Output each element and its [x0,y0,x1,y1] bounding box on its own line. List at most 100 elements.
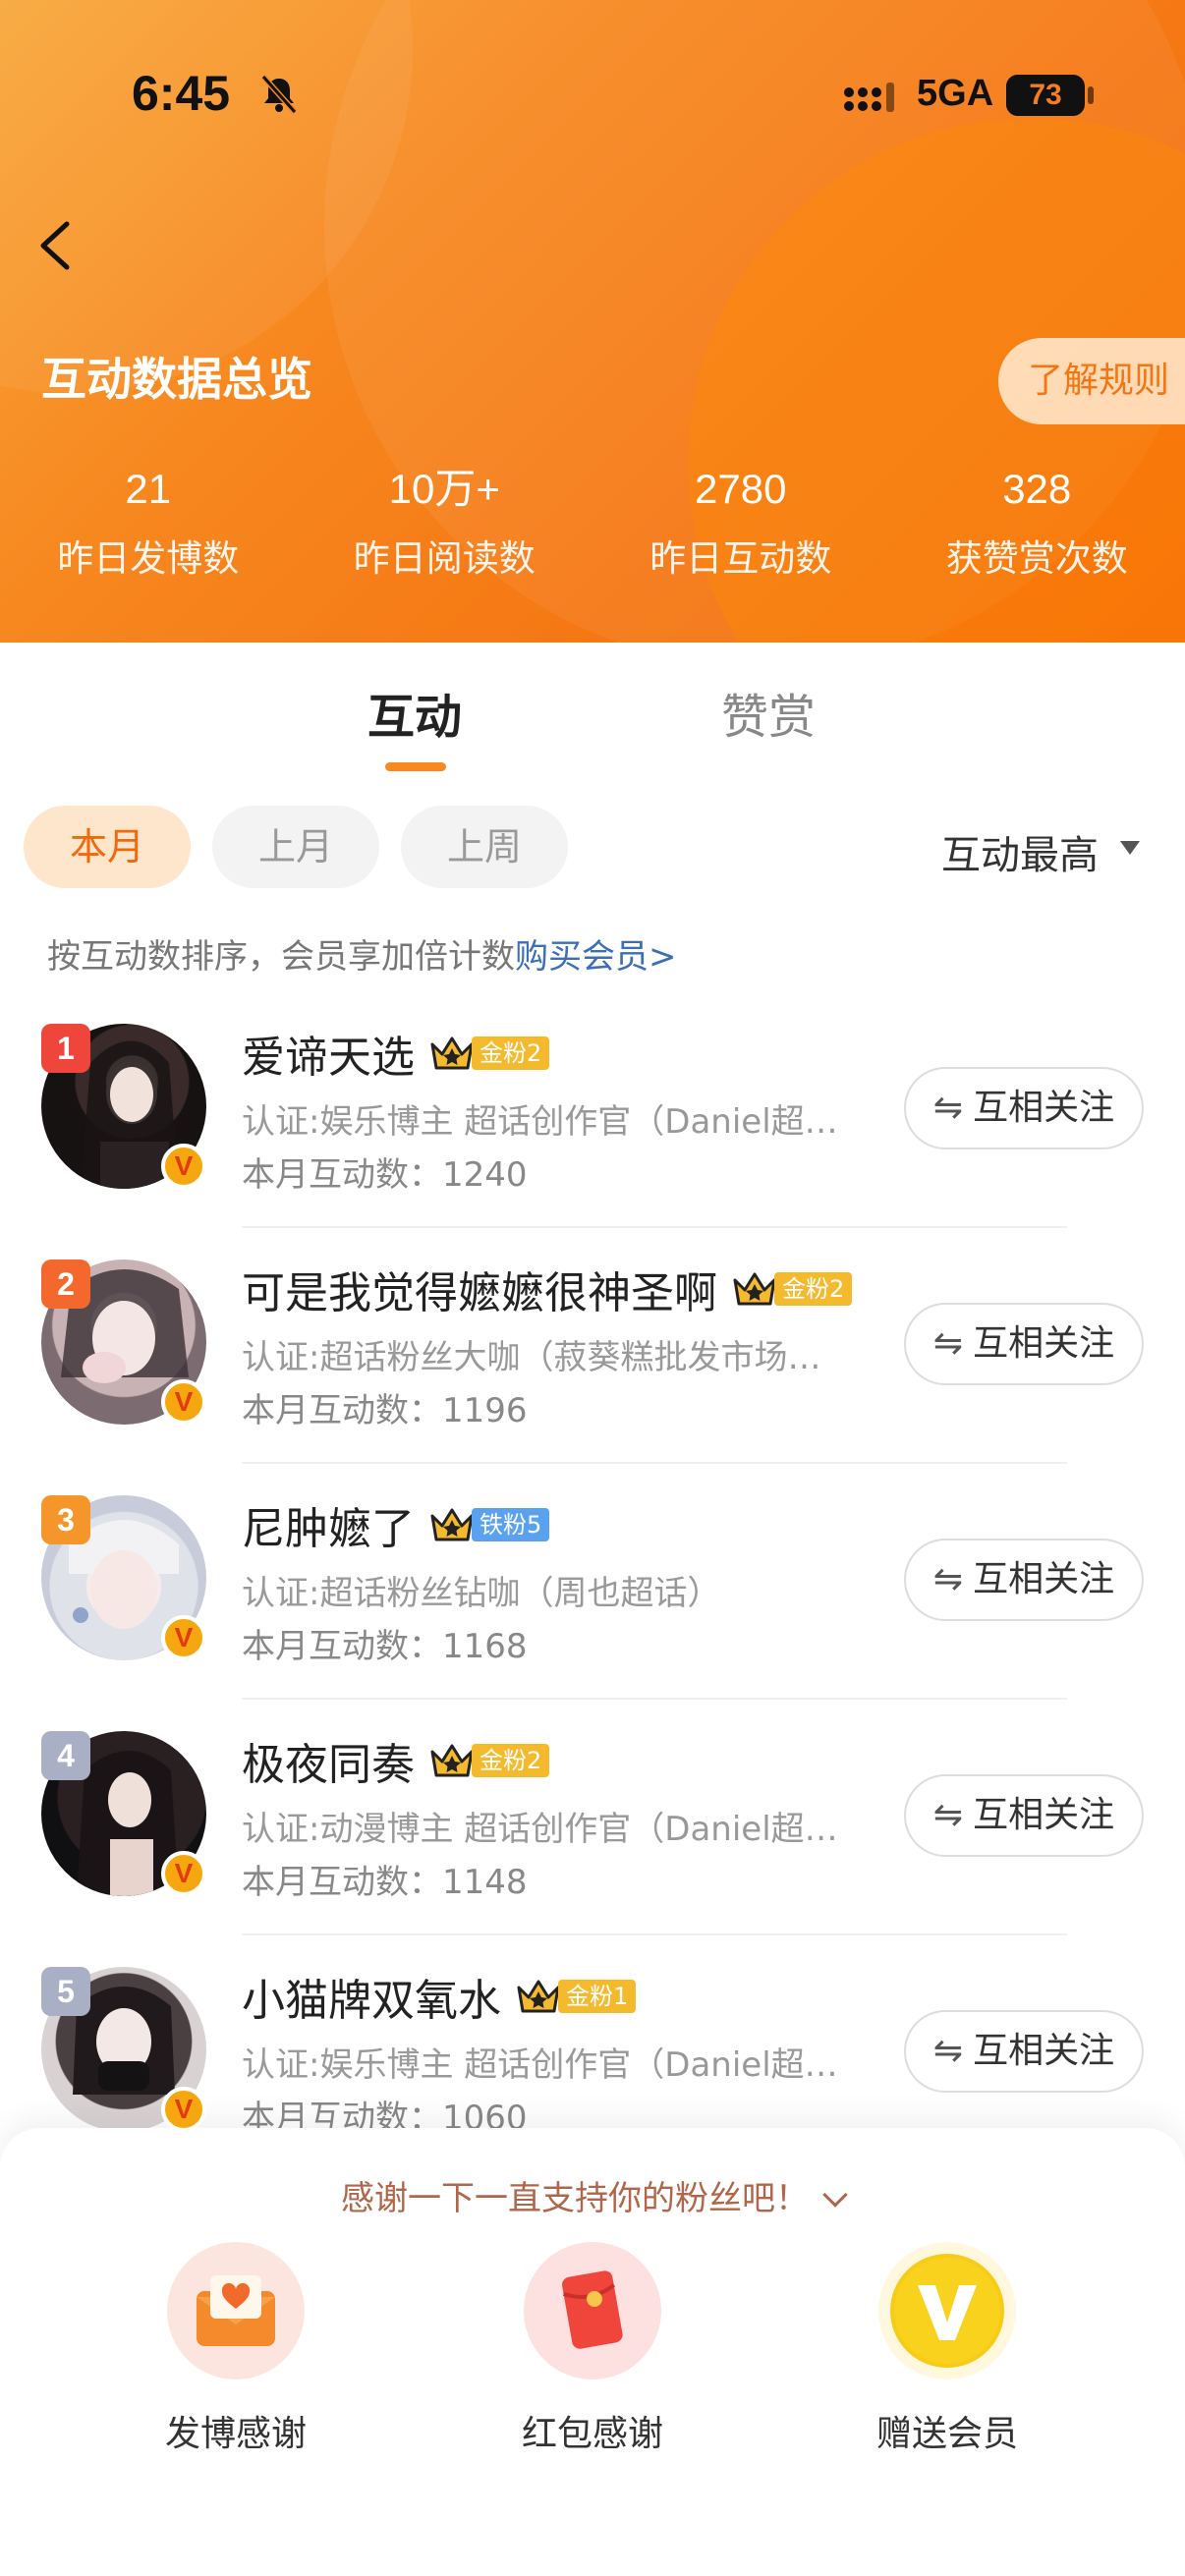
sheet-title-text: 感谢一下一直支持你的粉丝吧！ [341,2179,809,2218]
name-line: 尼肿嬷了 铁粉5 [242,1493,550,1556]
verified-v-icon: V [161,1144,206,1189]
user-name[interactable]: 可是我觉得嬷嬷很神圣啊 [242,1258,717,1320]
list-item[interactable]: 1 V 爱谛天选 金粉2 认证:娱乐博主 超话创作官（Daniel超… 本月互动… [0,992,1185,1228]
rank-badge: 4 [41,1731,90,1780]
name-line: 极夜同奏 金粉2 [242,1729,550,1792]
user-name[interactable]: 爱谛天选 [242,1022,415,1085]
interaction-count: 本月互动数：1196 [242,1391,528,1430]
filter-row: 本月 上月 上周 互动最高 [0,806,1185,894]
mutual-follow-button[interactable]: ⇋ 互相关注 [904,1539,1144,1621]
name-line: 可是我觉得嬷嬷很神圣啊 金粉2 [242,1258,853,1320]
stat-value: 2780 [695,466,787,512]
interaction-count: 本月互动数：1148 [242,1863,528,1902]
fan-level-tag: 铁粉5 [472,1508,550,1541]
mutual-follow-button[interactable]: ⇋ 互相关注 [904,2010,1144,2093]
user-name[interactable]: 小猫牌双氧水 [242,1965,501,2028]
swap-arrows-icon: ⇋ [932,1559,964,1599]
crown-icon [430,1036,474,1070]
swap-arrows-icon: ⇋ [932,1323,964,1364]
mutual-follow-button[interactable]: ⇋ 互相关注 [904,1067,1144,1149]
battery-icon: 73 [1006,75,1085,116]
red-packet-icon[interactable] [524,2242,661,2380]
stat-label: 昨日阅读数 [353,537,536,580]
verification-text: 认证:超话粉丝钻咖（周也超话） [242,1574,721,1613]
follow-label: 互相关注 [973,2031,1115,2071]
action-label: 赠送会员 [875,2414,1018,2454]
swap-arrows-icon: ⇋ [932,1088,964,1128]
user-name[interactable]: 极夜同奏 [242,1729,415,1792]
swap-arrows-icon: ⇋ [932,2031,964,2071]
stat-value: 328 [1002,466,1072,512]
rank-badge: 2 [41,1260,90,1309]
sheet-title[interactable]: 感谢一下一直支持你的粉丝吧！ [0,2171,1185,2219]
fan-badge: 金粉2 [428,1741,550,1780]
follow-label: 互相关注 [973,1088,1115,1128]
status-time: 6:45 [132,66,231,121]
fan-badge: 金粉2 [731,1269,853,1309]
user-name[interactable]: 尼肿嬷了 [242,1493,415,1556]
tab-interaction[interactable]: 互动 [367,678,462,747]
follow-label: 互相关注 [973,1323,1115,1364]
battery-percent: 73 [1029,79,1062,111]
action-label: 红包感谢 [521,2414,663,2454]
tab-reward[interactable]: 赞赏 [721,678,816,747]
name-line: 爱谛天选 金粉2 [242,1022,550,1085]
fan-badge: 金粉1 [515,1977,637,2016]
stat-value: 21 [125,466,172,512]
crown-icon [430,1508,474,1541]
buy-vip-link[interactable]: 购买会员> [515,937,677,977]
chip-last-week[interactable]: 上周 [401,806,568,888]
stat-reads: 10万+ 昨日阅读数 [297,462,593,599]
verified-v-icon: V [161,1615,206,1660]
mutual-follow-button[interactable]: ⇋ 互相关注 [904,1303,1144,1385]
crown-icon [430,1744,474,1777]
list-item[interactable]: 4 V 极夜同奏 金粉2 认证:动漫博主 超话创作官（Daniel超… 本月互动… [0,1700,1185,1935]
chip-last-month[interactable]: 上月 [212,806,379,888]
rank-badge: 1 [41,1024,90,1073]
stat-label: 获赞赏次数 [945,537,1128,580]
fan-list: 1 V 爱谛天选 金粉2 认证:娱乐博主 超话创作官（Daniel超… 本月互动… [0,992,1185,2171]
fan-badge: 铁粉5 [428,1505,550,1544]
thanks-sheet: 感谢一下一直支持你的粉丝吧！ 发博感谢 红包感谢 赠送会员 [0,2128,1185,2576]
fan-level-tag: 金粉1 [558,1980,637,2013]
interaction-count: 本月互动数：1240 [242,1155,528,1195]
bell-muted-icon [260,75,298,114]
swap-arrows-icon: ⇋ [932,1795,964,1835]
verified-v-icon: V [161,1379,206,1425]
sort-dropdown[interactable]: 互动最高 [941,823,1099,880]
list-item[interactable]: 3 V 尼肿嬷了 铁粉5 认证:超话粉丝钻咖（周也超话） 本月互动数：1168 … [0,1464,1185,1700]
stat-label: 昨日互动数 [649,537,832,580]
post-thanks-action[interactable]: 发博感谢 [118,2242,354,2456]
battery-tip [1088,86,1094,104]
rank-badge: 3 [41,1495,90,1544]
verified-v-icon: V [161,2087,206,2132]
stat-posts: 21 昨日发博数 [0,462,297,599]
stat-rewards: 328 获赞赏次数 [889,462,1185,599]
verification-text: 认证:娱乐博主 超话创作官（Daniel超… [242,1102,838,1142]
rules-button[interactable]: 了解规则 [998,338,1185,424]
fan-level-tag: 金粉2 [472,1036,550,1070]
envelope-heart-icon[interactable] [167,2242,305,2380]
verification-text: 认证:动漫博主 超话创作官（Daniel超… [242,1810,838,1849]
action-label: 发博感谢 [164,2414,307,2454]
mutual-follow-button[interactable]: ⇋ 互相关注 [904,1774,1144,1857]
red-packet-thanks-action[interactable]: 红包感谢 [475,2242,710,2456]
verification-text: 认证:娱乐博主 超话创作官（Daniel超… [242,2045,838,2085]
crown-icon [733,1272,776,1306]
back-button[interactable] [28,206,86,285]
name-line: 小猫牌双氧水 金粉1 [242,1965,637,2028]
caret-down-icon[interactable] [1120,841,1140,855]
verified-v-icon: V [161,1851,206,1896]
hint-text: 按互动数排序，会员享加倍计数 [47,937,515,977]
gift-vip-action[interactable]: 赠送会员 [829,2242,1065,2456]
stat-interactions: 2780 昨日互动数 [592,462,889,599]
chip-this-month[interactable]: 本月 [24,806,191,888]
stat-value: 10万+ [388,466,500,512]
crown-icon [517,1980,560,2013]
chevron-down-icon[interactable] [822,2182,848,2208]
network-label: 5GA [917,73,994,114]
vip-v-icon[interactable] [878,2242,1016,2380]
verification-text: 认证:超话粉丝大咖（菽葵糕批发市场… [242,1338,821,1377]
list-item[interactable]: 2 V 可是我觉得嬷嬷很神圣啊 金粉2 认证:超话粉丝大咖（菽葵糕批发市场… 本… [0,1228,1185,1464]
header: 6:45 5GA 73 互动数据总览 了解规则 21 昨日发博数 10万+ 昨日… [0,0,1185,643]
